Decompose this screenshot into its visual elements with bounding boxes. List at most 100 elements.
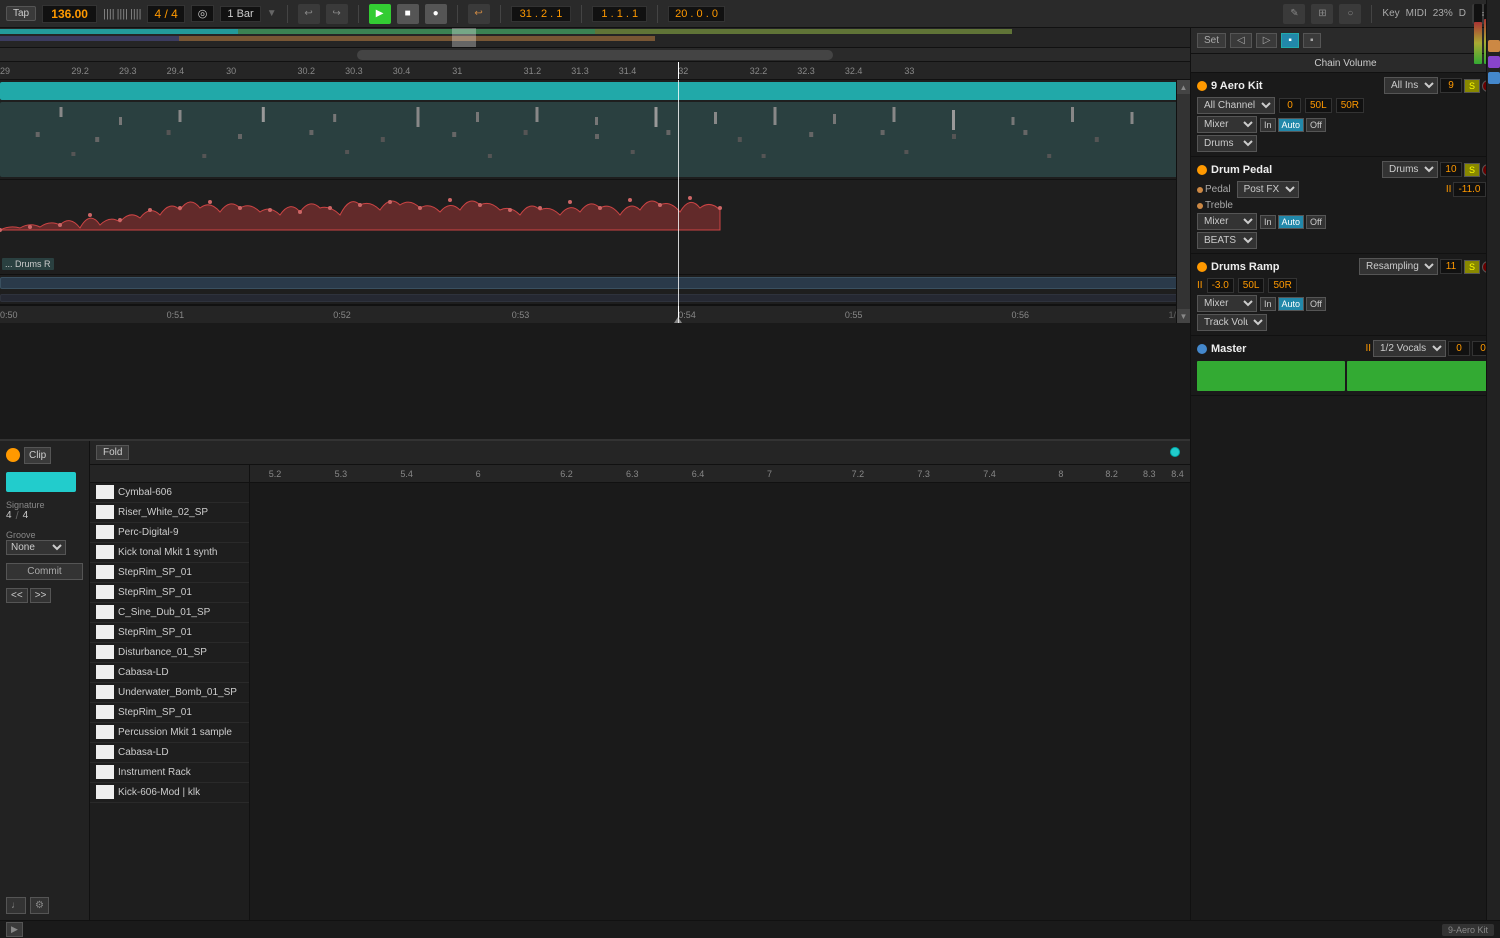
sig-denominator[interactable]: 4 bbox=[23, 510, 29, 521]
scroll-down-button[interactable]: ▼ bbox=[1177, 309, 1190, 323]
instrument-row-riser[interactable]: Riser_White_02_SP bbox=[90, 503, 249, 523]
track-expand-ramp[interactable] bbox=[1197, 262, 1207, 272]
mixer-second-view[interactable]: ▪ bbox=[1303, 33, 1321, 48]
instrument-row-kick606[interactable]: Kick-606-Mod | klk bbox=[90, 783, 249, 803]
auto-button-pedal[interactable]: Auto bbox=[1278, 215, 1305, 229]
track-mode-select-pedal[interactable]: Mixer bbox=[1197, 213, 1257, 230]
settings-icon-button[interactable]: ⚙ bbox=[30, 897, 49, 914]
in-button-aero[interactable]: In bbox=[1260, 118, 1276, 132]
quantize-display[interactable]: 1 Bar bbox=[220, 6, 260, 22]
play-status-button[interactable]: ▶ bbox=[6, 922, 23, 937]
stop-button[interactable]: ■ bbox=[397, 4, 419, 24]
groove-select[interactable]: None bbox=[6, 540, 66, 555]
solo-button-aero[interactable]: S bbox=[1464, 79, 1480, 93]
tap-button[interactable]: Tap bbox=[6, 6, 36, 21]
ramp-pan-r[interactable]: 50R bbox=[1268, 278, 1296, 293]
pedal-db[interactable]: -11.0 bbox=[1453, 182, 1485, 197]
solo-button-pedal[interactable]: S bbox=[1464, 163, 1480, 177]
ramp-pan-l[interactable]: 50L bbox=[1238, 278, 1265, 293]
track-mode-select-ramp[interactable]: Mixer bbox=[1197, 295, 1257, 312]
master-level[interactable]: 0 bbox=[1448, 341, 1470, 356]
instrument-row-csine[interactable]: C_Sine_Dub_01_SP bbox=[90, 603, 249, 623]
h-scrollbar-thumb[interactable] bbox=[357, 50, 833, 60]
clip-label-button[interactable]: Clip bbox=[24, 447, 51, 464]
off-button-ramp[interactable]: Off bbox=[1306, 297, 1326, 311]
loop-indicator[interactable]: ◎ bbox=[191, 5, 215, 22]
fold-button[interactable]: Fold bbox=[96, 445, 129, 460]
pedal-routing-select[interactable]: Post FX bbox=[1237, 181, 1299, 198]
instrument-row-steprim4[interactable]: StepRim_SP_01 bbox=[90, 703, 249, 723]
piano-roll-grid[interactable]: 5.2 5.3 5.4 6 6.2 6.3 6.4 7 7.2 7.3 7.4 … bbox=[250, 465, 1190, 920]
instrument-row-instrack[interactable]: Instrument Rack bbox=[90, 763, 249, 783]
track-channel-select[interactable]: All Channel bbox=[1197, 97, 1275, 114]
master-sub-select[interactable]: 1/2 Vocals bbox=[1373, 340, 1446, 357]
scroll-up-button[interactable]: ▲ bbox=[1177, 80, 1190, 94]
track-volume-select[interactable]: Track Volume bbox=[1197, 314, 1267, 331]
track-beats-select[interactable]: BEATS bbox=[1197, 232, 1257, 249]
instrument-row-percussion[interactable]: Percussion Mkit 1 sample bbox=[90, 723, 249, 743]
next-button[interactable]: >> bbox=[30, 588, 52, 603]
instrument-row-underwater[interactable]: Underwater_Bomb_01_SP bbox=[90, 683, 249, 703]
track-type-select-ramp[interactable]: Resampling bbox=[1359, 258, 1438, 275]
track-pan-l[interactable]: 0 bbox=[1279, 98, 1301, 113]
notes-icon-button[interactable]: ♩ bbox=[6, 897, 26, 914]
instrument-row-cymbal[interactable]: Cymbal-606 bbox=[90, 483, 249, 503]
track-pan-r-r[interactable]: 50R bbox=[1336, 98, 1364, 113]
sig-numerator[interactable]: 4 bbox=[6, 510, 12, 521]
instrument-row-steprim1[interactable]: StepRim_SP_01 bbox=[90, 563, 249, 583]
solo-button-ramp[interactable]: S bbox=[1464, 260, 1480, 274]
cyan-clip[interactable] bbox=[0, 82, 1190, 100]
pencil-tool[interactable]: ✎ bbox=[1283, 4, 1305, 24]
track-mode-select[interactable]: Mixer bbox=[1197, 116, 1257, 133]
instrument-row-perc[interactable]: Perc-Digital-9 bbox=[90, 523, 249, 543]
instrument-row-cabasa2[interactable]: Cabasa-LD bbox=[90, 743, 249, 763]
track-input-select[interactable]: All Ins bbox=[1384, 77, 1438, 94]
track-type-select-pedal[interactable]: Drums bbox=[1382, 161, 1438, 178]
inst-name-steprim1: StepRim_SP_01 bbox=[118, 567, 192, 578]
instrument-row-cabasa[interactable]: Cabasa-LD bbox=[90, 663, 249, 683]
mixer-nav-fwd[interactable]: ▷ bbox=[1256, 33, 1278, 48]
instrument-row-kick[interactable]: Kick tonal Mkit 1 synth bbox=[90, 543, 249, 563]
track-number-ramp[interactable]: 11 bbox=[1440, 259, 1462, 274]
forward-transport-button[interactable]: ↪ bbox=[326, 4, 348, 24]
time-signature[interactable]: 4 / 4 bbox=[147, 5, 184, 23]
instrument-row-steprim3[interactable]: StepRim_SP_01 bbox=[90, 623, 249, 643]
commit-button[interactable]: Commit bbox=[6, 563, 83, 580]
loop-button[interactable]: ↩ bbox=[468, 4, 490, 24]
track-expand-aero[interactable] bbox=[1197, 81, 1207, 91]
track-sub-select[interactable]: Drums bbox=[1197, 135, 1257, 152]
ramp-db[interactable]: -3.0 bbox=[1207, 278, 1234, 293]
mixer-set-button[interactable]: Set bbox=[1197, 33, 1226, 48]
clip-color-swatch[interactable] bbox=[6, 472, 76, 492]
auto-button-aero[interactable]: Auto bbox=[1278, 118, 1305, 132]
play-button[interactable]: ▶ bbox=[369, 4, 391, 24]
bpm-display[interactable]: 136.00 bbox=[42, 5, 97, 23]
instrument-row-dist[interactable]: Disturbance_01_SP bbox=[90, 643, 249, 663]
tempo-values[interactable]: 20 . 0 . 0 bbox=[668, 6, 725, 22]
loop-start-display[interactable]: 1 . 1 . 1 bbox=[592, 6, 647, 22]
right-btn-2[interactable] bbox=[1488, 56, 1500, 68]
grid-tool[interactable]: ⊞ bbox=[1311, 4, 1333, 24]
off-button-aero[interactable]: Off bbox=[1306, 118, 1326, 132]
right-btn-3[interactable] bbox=[1488, 72, 1500, 84]
mixer-nav-back[interactable]: ◁ bbox=[1230, 33, 1252, 48]
back-transport-button[interactable]: ↩ bbox=[298, 4, 320, 24]
position-display[interactable]: 31 . 2 . 1 bbox=[511, 6, 572, 22]
track-3-clip[interactable] bbox=[0, 277, 1190, 289]
in-button-ramp[interactable]: In bbox=[1260, 297, 1276, 311]
instrument-row-steprim2[interactable]: StepRim_SP_01 bbox=[90, 583, 249, 603]
circle-tool[interactable]: ○ bbox=[1339, 4, 1361, 24]
record-button[interactable]: ● bbox=[425, 4, 447, 24]
track-expand-master[interactable] bbox=[1197, 344, 1207, 354]
right-btn-1[interactable] bbox=[1488, 40, 1500, 52]
track-number-9[interactable]: 9 bbox=[1440, 78, 1462, 93]
h-scrollbar[interactable] bbox=[0, 48, 1190, 62]
auto-button-ramp[interactable]: Auto bbox=[1278, 297, 1305, 311]
track-expand-pedal[interactable] bbox=[1197, 165, 1207, 175]
prev-button[interactable]: << bbox=[6, 588, 28, 603]
in-button-pedal[interactable]: In bbox=[1260, 215, 1276, 229]
track-number-pedal[interactable]: 10 bbox=[1440, 162, 1462, 177]
track-pan-r-l[interactable]: 50L bbox=[1305, 98, 1332, 113]
off-button-pedal[interactable]: Off bbox=[1306, 215, 1326, 229]
mixer-active-view[interactable]: ▪ bbox=[1281, 33, 1299, 48]
